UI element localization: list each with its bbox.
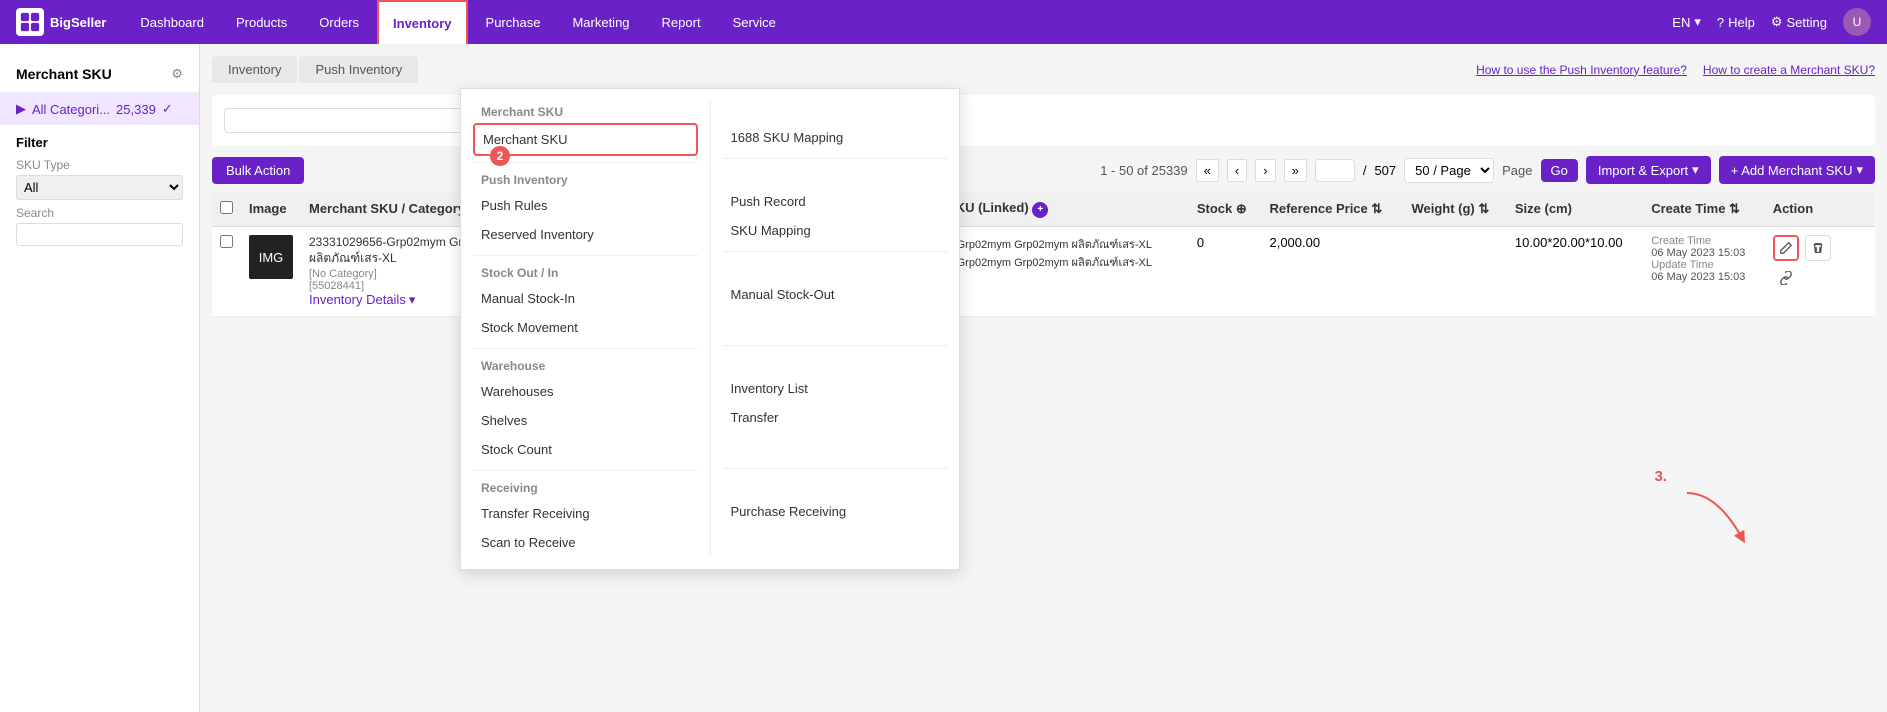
merchant-sku-section-label: Merchant SKU xyxy=(473,101,698,123)
brand-logo[interactable]: BigSeller xyxy=(16,8,106,36)
dropdown-scan-to-receive[interactable]: Scan to Receive xyxy=(473,528,698,557)
sidebar-title: Merchant SKU xyxy=(16,66,112,82)
avatar: U xyxy=(1843,8,1871,36)
nav-products[interactable]: Products xyxy=(222,0,301,44)
dropdown-warehouses[interactable]: Warehouses xyxy=(473,377,698,406)
nav-purchase[interactable]: Purchase xyxy=(472,0,555,44)
create-merchant-sku-link[interactable]: How to create a Merchant SKU? xyxy=(1703,63,1875,77)
setting-button[interactable]: ⚙ Setting xyxy=(1771,14,1827,30)
inventory-dropdown-menu: Merchant SKU Merchant SKU Push Inventory… xyxy=(460,88,960,570)
gear-icon: ⚙ xyxy=(1771,14,1783,30)
sidebar-gear-icon[interactable]: ⚙ xyxy=(171,66,183,82)
tab-inventory[interactable]: Inventory xyxy=(212,56,297,83)
dropdown-1688-sku-mapping[interactable]: 1688 SKU Mapping xyxy=(723,123,948,152)
dropdown-col-right: 1688 SKU Mapping Push Record SKU Mapping… xyxy=(711,101,960,557)
info-links: How to use the Push Inventory feature? H… xyxy=(1476,63,1875,77)
dropdown-manual-stock-in[interactable]: Manual Stock-In xyxy=(473,284,698,313)
nav-orders[interactable]: Orders xyxy=(305,0,373,44)
chevron-down-icon: ▾ xyxy=(1694,14,1701,30)
brand-icon xyxy=(16,8,44,36)
tab-push-inventory[interactable]: Push Inventory xyxy=(299,56,418,83)
nav-dashboard[interactable]: Dashboard xyxy=(126,0,218,44)
question-icon: ? xyxy=(1717,15,1724,30)
stock-out-in-section-label: Stock Out / In xyxy=(473,262,698,284)
dropdown-body: Merchant SKU Merchant SKU Push Inventory… xyxy=(461,89,959,569)
tab-bar: Inventory Push Inventory xyxy=(212,56,418,83)
dropdown-merchant-sku[interactable]: Merchant SKU xyxy=(473,123,698,156)
annotation-step3: 3. xyxy=(1654,468,1667,485)
nav-marketing[interactable]: Marketing xyxy=(558,0,643,44)
dropdown-manual-stock-out[interactable]: Manual Stock-Out xyxy=(723,280,948,309)
dropdown-purchase-receiving[interactable]: Purchase Receiving xyxy=(723,497,948,526)
dropdown-overlay[interactable]: Merchant SKU Merchant SKU Push Inventory… xyxy=(0,88,1887,712)
help-button[interactable]: ? Help xyxy=(1717,15,1755,30)
nav-report[interactable]: Report xyxy=(648,0,715,44)
receiving-section-label: Receiving xyxy=(473,477,698,499)
language-selector[interactable]: EN ▾ xyxy=(1672,14,1701,30)
dropdown-inventory-list[interactable]: Inventory List xyxy=(723,374,948,403)
nav-right: EN ▾ ? Help ⚙ Setting U xyxy=(1672,8,1871,36)
dropdown-push-rules[interactable]: Push Rules xyxy=(473,191,698,220)
dropdown-transfer[interactable]: Transfer xyxy=(723,403,948,432)
user-avatar[interactable]: U xyxy=(1843,8,1871,36)
dropdown-col-left: Merchant SKU Merchant SKU Push Inventory… xyxy=(461,101,711,557)
push-inventory-section-label: Push Inventory xyxy=(473,169,698,191)
nav-inventory[interactable]: Inventory xyxy=(377,0,468,44)
dropdown-shelves[interactable]: Shelves xyxy=(473,406,698,435)
warehouse-section-label: Warehouse xyxy=(473,355,698,377)
dropdown-sku-mapping[interactable]: SKU Mapping xyxy=(723,216,948,245)
main-header: Inventory Push Inventory How to use the … xyxy=(212,56,1875,83)
arrow-annotation xyxy=(1677,483,1757,563)
content-area: Merchant SKU ⚙ ▶ All Categori... 25,339 … xyxy=(0,44,1887,712)
dropdown-transfer-receiving[interactable]: Transfer Receiving xyxy=(473,499,698,528)
dropdown-push-record[interactable]: Push Record xyxy=(723,187,948,216)
nav-service[interactable]: Service xyxy=(719,0,790,44)
dropdown-reserved-inventory[interactable]: Reserved Inventory xyxy=(473,220,698,249)
dropdown-stock-movement[interactable]: Stock Movement xyxy=(473,313,698,342)
push-inventory-help-link[interactable]: How to use the Push Inventory feature? xyxy=(1476,63,1687,77)
dropdown-stock-count[interactable]: Stock Count xyxy=(473,435,698,464)
top-navigation: BigSeller Dashboard Products Orders Inve… xyxy=(0,0,1887,44)
